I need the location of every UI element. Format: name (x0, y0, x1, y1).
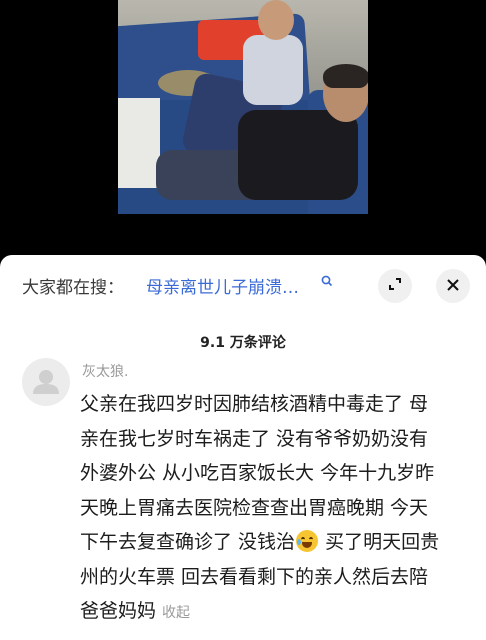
comment-line-part: 下午去复查确诊了 没钱治 (80, 531, 296, 553)
video-man-hair (323, 64, 368, 88)
comment-count: 9.1 万条评论 (200, 335, 286, 351)
video-man-body (238, 110, 358, 200)
search-suggestion-query[interactable]: 母亲离世儿子崩溃… (146, 273, 299, 298)
comment-line-part: 爸爸妈妈 (80, 600, 157, 622)
video-side-table (118, 98, 160, 188)
comments-sheet: 大家都在搜： 母亲离世儿子崩溃… 9.1 万条评论 灰太狼. 父亲在我四岁时因肺… (0, 255, 486, 640)
search-suggestion-bar[interactable]: 大家都在搜： 母亲离世儿子崩溃… (0, 255, 486, 315)
search-icon[interactable] (321, 275, 333, 291)
search-suggestion-label: 大家都在搜： (22, 278, 124, 298)
default-avatar-icon (22, 370, 70, 406)
comment-line-part: 买了明天回贵 (319, 531, 440, 553)
comment-line-last: 爸爸妈妈 收起 (80, 594, 476, 629)
comment-text: 父亲在我四岁时因肺结核酒精中毒走了 母 亲在我七岁时车祸走了 没有爷爷奶奶没有 … (80, 387, 476, 629)
comment-line: 州的火车票 回去看看剩下的亲人然后去陪 (80, 565, 429, 588)
collapse-link[interactable]: 收起 (162, 605, 190, 621)
video-boy-head (258, 0, 294, 40)
video-player[interactable] (0, 0, 486, 255)
crying-laughing-emoji-icon (296, 530, 319, 552)
video-frame[interactable] (118, 0, 368, 214)
video-boy-body (243, 35, 303, 105)
comment-username[interactable]: 灰太狼. (82, 361, 128, 381)
comment-line-with-emoji: 下午去复查确诊了 没钱治 买了明天回贵 (80, 525, 476, 560)
comment-line: 外婆外公 从小吃百家饭长大 今年十九岁昨 (80, 462, 435, 484)
comment-line: 天晚上胃痛去医院检查查出胃癌晚期 今天 (80, 496, 429, 519)
comment-line: 父亲在我四岁时因肺结核酒精中毒走了 母 (80, 393, 429, 415)
comment-line: 亲在我七岁时车祸走了 没有爷爷奶奶没有 (80, 427, 429, 450)
expand-icon (387, 276, 403, 296)
close-button[interactable] (436, 269, 470, 303)
avatar[interactable] (22, 358, 70, 406)
close-icon (446, 277, 460, 296)
expand-button[interactable] (378, 269, 412, 303)
